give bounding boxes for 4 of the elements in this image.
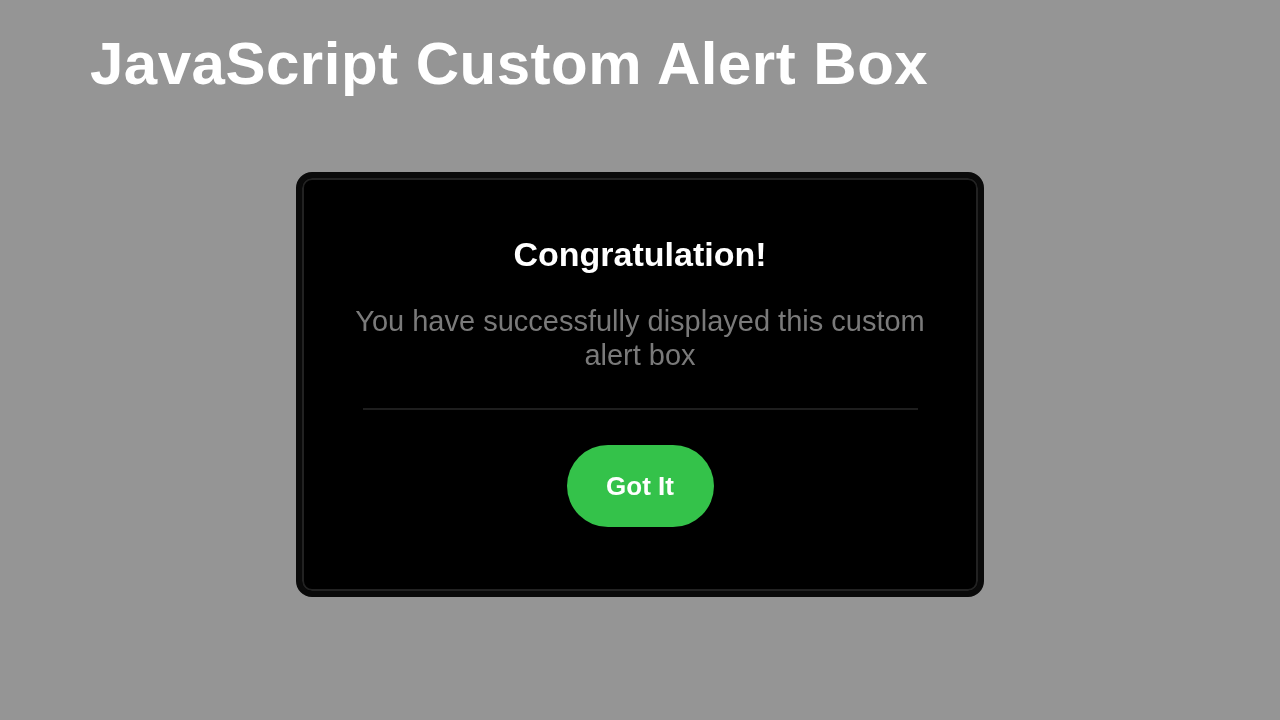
page-title: JavaScript Custom Alert Box [90, 29, 930, 99]
got-it-button[interactable]: Got It [566, 445, 714, 527]
alert-message: You have successfully displayed this custom alert box [354, 304, 926, 372]
alert-title: Congratulation! [513, 234, 767, 274]
